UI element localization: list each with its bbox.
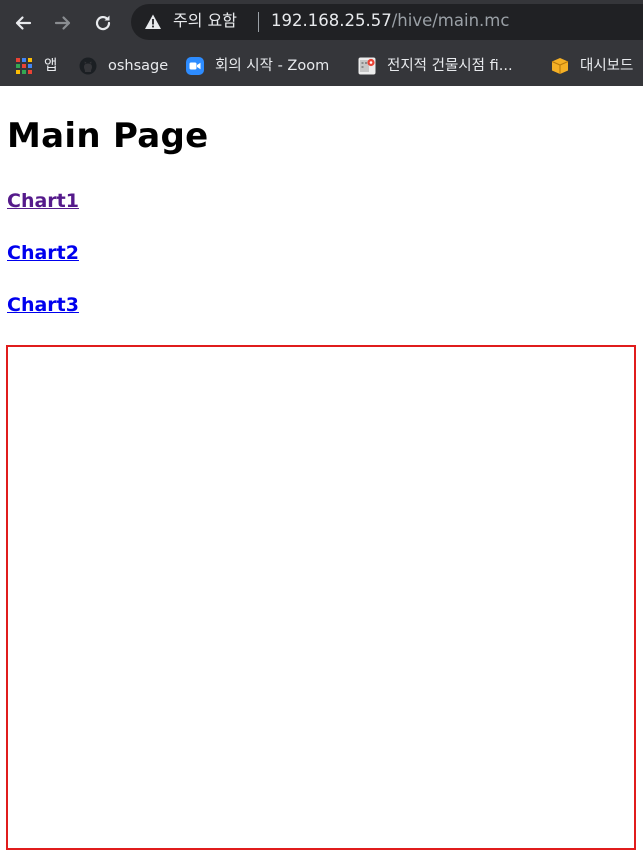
url-host: 192.168.25.57 [271,11,392,30]
bookmark-label: 대시보드 [580,58,634,74]
warning-icon[interactable] [144,13,162,31]
forward-arrow-icon [54,16,71,30]
bookmark-label: 전지적 건물시점 fi... [387,58,513,74]
reload-button[interactable] [86,6,120,40]
bookmark-label: 앱 [44,58,58,74]
bookmarks-bar: 앱 oshsage 회의 시작 - Zoom 전지적 건물시점 fi... 대시… [0,46,643,86]
bookmark-oshsage[interactable]: oshsage [79,54,168,78]
apps-grid-icon [16,58,32,74]
url-path: /hive/main.mc [391,11,510,30]
back-button[interactable] [6,6,40,40]
chart1-link[interactable]: Chart1 [7,188,79,214]
page-content: Main Page Chart1 Chart2 Chart3 [0,86,643,857]
bookmark-label: 회의 시작 - Zoom [215,58,330,74]
reload-icon [95,15,111,31]
zoom-icon [186,57,204,75]
not-secure-label[interactable]: 주의 요함 [173,11,237,31]
back-arrow-icon [15,16,32,30]
chart3-link[interactable]: Chart3 [7,292,79,318]
bookmark-dashboard[interactable]: 대시보드 [551,54,633,78]
page-title: Main Page [7,116,209,156]
bookmark-label: oshsage [108,58,169,74]
package-icon [551,58,569,74]
github-icon [79,57,97,75]
browser-toolbar: 주의 요함 192.168.25.57/hive/main.mc [0,0,643,46]
bookmark-zoom[interactable]: 회의 시작 - Zoom [186,54,329,78]
bookmark-apps[interactable]: 앱 [15,54,57,78]
bookmark-building-view[interactable]: 전지적 건물시점 fi... [358,54,513,78]
chart-container [6,345,636,850]
chart2-link[interactable]: Chart2 [7,240,79,266]
map-icon [358,57,376,75]
forward-button[interactable] [46,6,80,40]
url-text[interactable]: 192.168.25.57/hive/main.mc [271,11,509,31]
omnibox-separator [258,12,259,32]
address-bar[interactable]: 주의 요함 192.168.25.57/hive/main.mc [131,4,643,40]
